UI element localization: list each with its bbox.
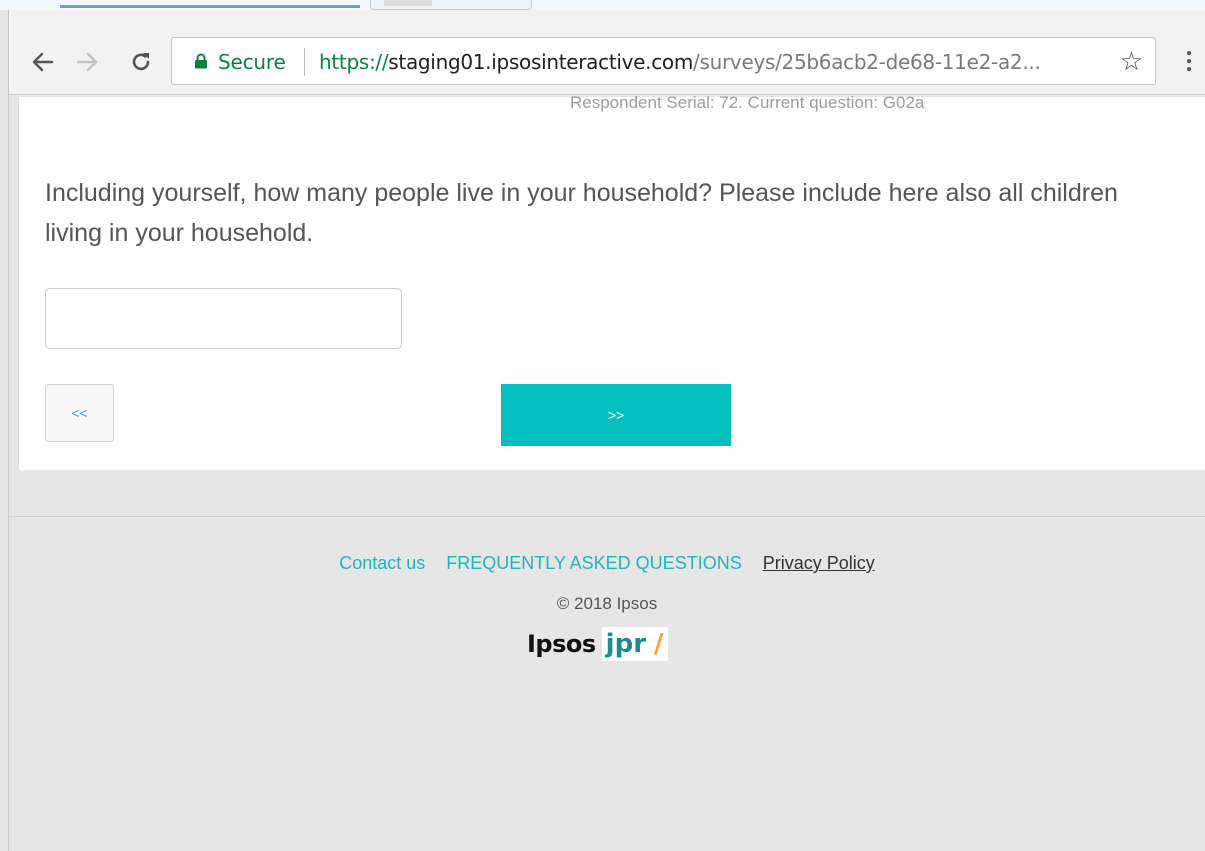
household-size-input[interactable] [45, 288, 402, 349]
previous-button[interactable]: << [45, 384, 114, 442]
copyright-text: © 2018 Ipsos [556, 594, 658, 613]
tab-strip [0, 0, 1205, 10]
logo-word: Ipsos [527, 630, 596, 658]
reload-icon [132, 53, 150, 71]
url-text[interactable]: https://staging01.ipsosinteractive.com/s… [319, 50, 1041, 74]
ipsos-jpr-logo: Ipsos jpr / [527, 626, 668, 662]
address-bar[interactable]: Secure https://staging01.ipsosinteractiv… [171, 37, 1156, 85]
forward-button[interactable] [73, 48, 101, 76]
survey-card: Respondent Serial: 72. Current question:… [18, 93, 1205, 470]
bookmark-star-icon[interactable]: ☆ [1120, 46, 1143, 77]
arrow-left-icon [32, 52, 54, 72]
cut-off-tab-title [60, 0, 360, 8]
next-button[interactable]: >> [501, 384, 731, 446]
back-button[interactable] [29, 48, 57, 76]
faq-link[interactable]: FREQUENTLY ASKED QUESTIONS [446, 553, 741, 573]
logo-slash-mark: / [654, 629, 664, 659]
address-separator [304, 48, 305, 76]
secure-label: Secure [218, 50, 286, 74]
footer-links: Contact us FREQUENTLY ASKED QUESTIONS Pr… [9, 553, 1205, 574]
privacy-policy-link[interactable]: Privacy Policy [763, 553, 875, 573]
url-scheme: https:// [319, 50, 389, 74]
logo-jpr-box: jpr / [601, 627, 668, 661]
logo-sub: jpr [605, 629, 647, 659]
tab-favicon [384, 0, 432, 6]
url-host: staging01.ipsosinteractive.com [388, 50, 694, 74]
footer-divider [9, 516, 1205, 517]
contact-us-link[interactable]: Contact us [339, 553, 425, 573]
arrow-right-icon [76, 52, 98, 72]
question-text: Including yourself, how many people live… [45, 179, 1118, 247]
reload-button[interactable] [127, 48, 155, 76]
page-content: Respondent Serial: 72. Current question:… [9, 93, 1205, 851]
vertical-dots-icon [1187, 51, 1191, 55]
browser-toolbar: Secure https://staging01.ipsosinteractiv… [9, 10, 1205, 95]
url-path: /surveys/25b6acb2-de68-11e2-a2... [693, 50, 1041, 74]
lock-icon [195, 53, 207, 69]
respondent-serial: Respondent Serial: 72. Current question:… [570, 93, 925, 112]
browser-menu-button[interactable] [1179, 46, 1199, 76]
